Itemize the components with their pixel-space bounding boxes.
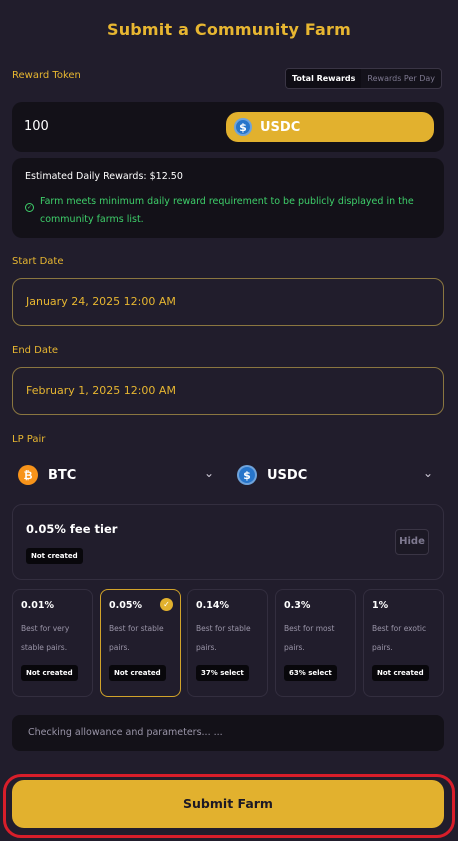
fee-tier-badge: Not created [21, 665, 78, 681]
start-date-value: January 24, 2025 12:00 AM [26, 295, 176, 308]
fee-tier-pct: 0.05% [109, 600, 142, 611]
start-date-field[interactable]: January 24, 2025 12:00 AM [12, 278, 444, 326]
end-date-field[interactable]: February 1, 2025 12:00 AM [12, 367, 444, 415]
reward-requirement-note: Farm meets minimum daily reward requirem… [40, 196, 414, 225]
fee-tier-badge: Not created [109, 665, 166, 681]
fee-tier-status-badge: Not created [26, 548, 83, 564]
fee-tier-pct: 1% [372, 600, 389, 611]
status-message-bar: Checking allowance and parameters... ... [12, 715, 444, 751]
fee-tier-pct: 0.14% [196, 600, 229, 611]
lp-pair-label: LP Pair [12, 434, 46, 445]
page-title: Submit a Community Farm [106, 20, 352, 39]
token-a-selector[interactable]: ₿ BTC ⌄ [18, 462, 220, 488]
end-date-label: End Date [12, 345, 59, 356]
start-date-label: Start Date [12, 256, 64, 267]
check-circle-icon: ✓ [25, 203, 34, 212]
fee-tier-option[interactable]: 0.3% Best for most pairs. 63% select [275, 589, 356, 697]
submit-farm-button[interactable]: Submit Farm [12, 780, 444, 828]
fee-tier-panel: 0.05% fee tier Not created Hide [12, 504, 444, 580]
toggle-rewards-per-day[interactable]: Rewards Per Day [361, 69, 441, 88]
usdc-icon: $ [237, 465, 257, 485]
reward-amount-input[interactable]: 100 [24, 119, 49, 134]
reward-mode-toggle[interactable]: Total Rewards Rewards Per Day [284, 68, 442, 89]
reward-token-symbol: USDC [260, 119, 301, 135]
token-b-symbol: USDC [267, 467, 308, 483]
token-a-symbol: BTC [48, 467, 77, 483]
fee-tier-desc: Best for exotic pairs. [372, 624, 427, 652]
fee-tier-desc: Best for stable pairs. [109, 624, 164, 652]
reward-token-label: Reward Token [12, 70, 81, 81]
bitcoin-icon: ₿ [18, 465, 38, 485]
status-message: Checking allowance and parameters... ... [28, 727, 223, 738]
fee-tier-badge: 37% select [196, 665, 249, 681]
fee-tier-desc: Best for stable pairs. [196, 624, 251, 652]
token-b-selector[interactable]: $ USDC ⌄ [237, 462, 439, 488]
reward-amount-field[interactable]: 100 $ USDC [12, 102, 444, 152]
estimated-rewards-panel: Estimated Daily Rewards: $12.50 ✓ Farm m… [12, 158, 444, 238]
fee-tier-badge: Not created [372, 665, 429, 681]
estimated-daily-rewards: Estimated Daily Rewards: $12.50 [25, 171, 183, 182]
fee-tier-option[interactable]: 1% Best for exotic pairs. Not created [363, 589, 444, 697]
chevron-down-icon: ⌄ [423, 466, 434, 480]
fee-tier-title: 0.05% fee tier [26, 522, 118, 536]
reward-token-selector[interactable]: $ USDC [226, 112, 434, 142]
fee-tier-badge: 63% select [284, 665, 337, 681]
fee-tier-option-selected[interactable]: 0.05% ✓ Best for stable pairs. Not creat… [100, 589, 181, 697]
hide-fee-tiers-button[interactable]: Hide [395, 529, 429, 555]
usdc-icon: $ [234, 118, 252, 136]
fee-tier-option[interactable]: 0.01% Best for very stable pairs. Not cr… [12, 589, 93, 697]
toggle-total-rewards[interactable]: Total Rewards [285, 69, 362, 88]
fee-tier-option[interactable]: 0.14% Best for stable pairs. 37% select [187, 589, 268, 697]
fee-tier-pct: 0.3% [284, 600, 311, 611]
fee-tier-pct: 0.01% [21, 600, 54, 611]
fee-tier-desc: Best for most pairs. [284, 624, 335, 652]
fee-tier-desc: Best for very stable pairs. [21, 624, 70, 652]
chevron-down-icon: ⌄ [204, 466, 215, 480]
check-icon: ✓ [160, 598, 173, 611]
end-date-value: February 1, 2025 12:00 AM [26, 384, 176, 397]
